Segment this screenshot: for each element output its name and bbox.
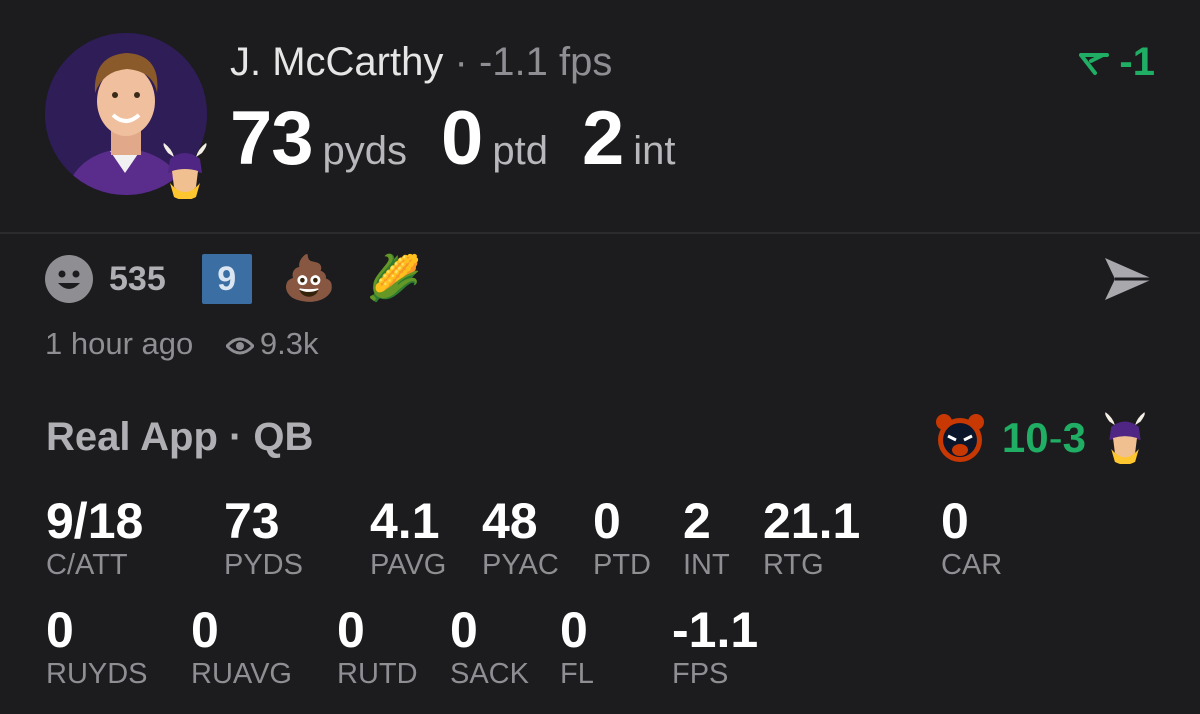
stat-value: 0 (450, 602, 478, 658)
trend-down-arrow-icon (1079, 53, 1110, 76)
score-dash: - (1048, 414, 1063, 461)
player-fps: -1.1 fps (478, 40, 613, 84)
headline-stat-value: 2 (581, 96, 624, 181)
home-score: 3 (1062, 414, 1086, 461)
stat-cell: 4.1 PAVG (370, 495, 446, 581)
headline-stat-value: 0 (441, 96, 483, 181)
stat-label: INT (683, 549, 730, 581)
game-section-title: Real App · QB (46, 415, 314, 459)
stat-cell: 73 PYDS (224, 495, 303, 581)
stat-cell: 0 PTD (593, 495, 651, 581)
stat-label: RUTD (337, 658, 418, 690)
fps-change-value: -1 (1119, 40, 1155, 84)
headline-stat-unit: int (633, 129, 676, 173)
view-count: 9.3k (259, 326, 319, 361)
post-meta: 1 hour ago 9.3k (45, 326, 318, 362)
corn-emoji-reaction[interactable]: 🌽 (367, 254, 422, 304)
stat-cell: -1.1 FPS (672, 604, 758, 690)
stat-cell: 0 RUTD (337, 604, 418, 690)
vikings-logo-icon (160, 143, 210, 200)
stat-label: C/ATT (46, 549, 128, 581)
reactions-bar: 535 9 💩 🌽 (45, 254, 451, 304)
stat-label: FPS (672, 658, 729, 690)
bears-logo-icon (935, 414, 984, 462)
stat-value: 0 (191, 602, 219, 658)
headline-stats: 73 pyds 0 ptd 2 int (230, 95, 709, 182)
stat-label: PAVG (370, 549, 447, 581)
stat-value: 4.1 (370, 493, 440, 549)
stat-cell: 0 FL (560, 604, 594, 690)
reaction-count: 535 (109, 259, 166, 298)
stat-value: 73 (224, 493, 280, 549)
player-name[interactable]: J. McCarthy (230, 40, 443, 84)
stat-value: 9/18 (46, 493, 144, 549)
stat-label: FL (560, 658, 594, 690)
stat-label: PYDS (224, 549, 303, 581)
fps-change: -1 (1079, 40, 1155, 85)
stat-label: CAR (941, 549, 1003, 581)
away-score: 10 (1001, 414, 1049, 461)
score-text: 10-3 (1002, 414, 1086, 462)
stat-value: 0 (337, 602, 365, 658)
name-separator: · (454, 40, 468, 84)
stat-value: 0 (560, 602, 588, 658)
post-time: 1 hour ago (45, 326, 194, 361)
stat-value: 2 (683, 493, 711, 549)
stat-cell: 0 SACK (450, 604, 529, 690)
stat-value: 0 (46, 602, 74, 658)
stat-value: 48 (482, 493, 538, 549)
stat-label: RUAVG (191, 658, 292, 690)
divider (0, 232, 1200, 234)
player-name-line: J. McCarthy · -1.1 fps (230, 40, 612, 85)
headline-stat-unit: ptd (492, 129, 548, 173)
stat-label: RTG (763, 549, 824, 581)
stat-value: 0 (593, 493, 621, 549)
stat-value: 21.1 (763, 493, 861, 549)
smiley-reaction-icon[interactable] (45, 255, 93, 303)
stat-label: RUYDS (46, 658, 148, 690)
poop-emoji-reaction[interactable]: 💩 (282, 254, 337, 304)
game-score[interactable]: 10-3 (934, 412, 1148, 464)
eye-icon (224, 337, 255, 355)
stat-cell: 2 INT (683, 495, 730, 581)
vikings-logo-icon (1105, 412, 1145, 464)
stat-value: -1.1 (672, 602, 759, 658)
stat-cell: 0 RUAVG (191, 604, 292, 690)
stat-cell: 0 RUYDS (46, 604, 148, 690)
stat-label: SACK (450, 658, 529, 690)
share-send-icon[interactable] (1103, 256, 1155, 302)
stat-cell: 48 PYAC (482, 495, 559, 581)
number-badge-reaction[interactable]: 9 (201, 254, 252, 304)
headline-stat-value: 73 (230, 96, 314, 181)
stat-value: 0 (941, 493, 969, 549)
headline-stat-unit: pyds (322, 129, 408, 173)
stat-label: PTD (593, 549, 651, 581)
stat-cell: 21.1 RTG (763, 495, 860, 581)
stat-cell: 0 CAR (941, 495, 1002, 581)
stat-cell: 9/18 C/ATT (46, 495, 143, 581)
stat-label: PYAC (482, 549, 559, 581)
